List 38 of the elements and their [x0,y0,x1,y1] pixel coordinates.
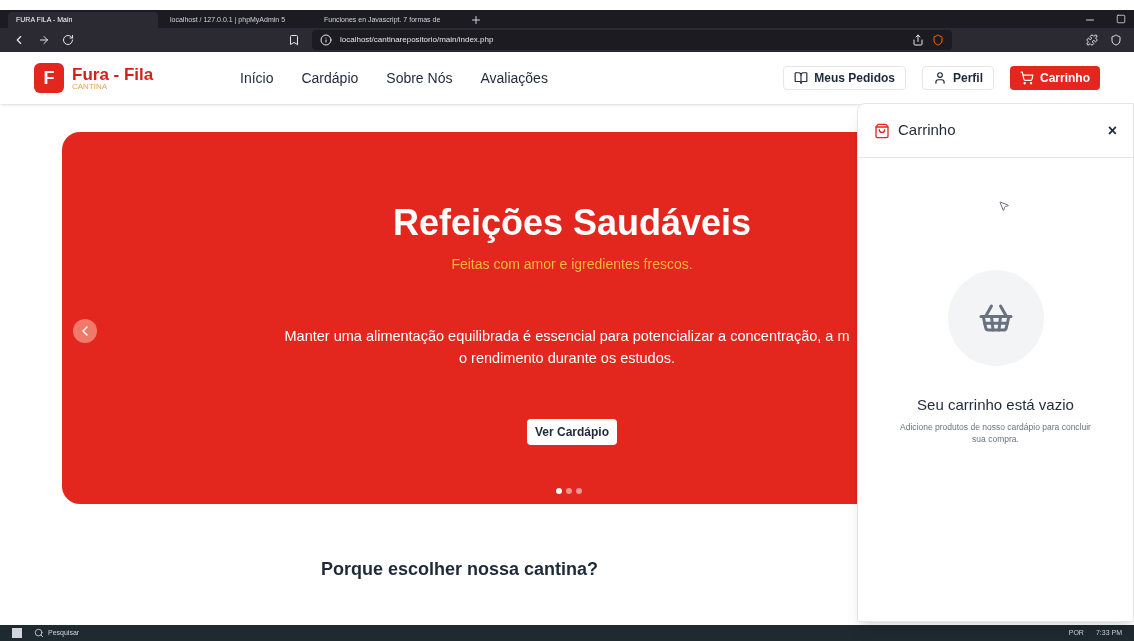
share-icon[interactable] [912,34,924,46]
shield-icon[interactable] [932,34,944,46]
cart-button[interactable]: Carrinho [1010,66,1100,90]
brand-name: Fura - Fila [72,65,154,83]
restore-icon[interactable] [1116,14,1126,24]
orders-button[interactable]: Meus Pedidos [783,66,906,90]
extensions-icon[interactable] [1086,34,1098,46]
shopping-bag-icon [874,122,890,139]
search-icon [34,628,44,638]
cart-title: Carrinho [898,120,956,141]
profile-button[interactable]: Perfil [921,66,994,90]
hero-title: Refeições Saudáveis [392,201,752,245]
address-bar[interactable]: localhost/cantinarepositorio/main/index.php [312,30,952,50]
brand-tagline: CANTINA [72,82,109,91]
previous-slide-button[interactable] [73,319,97,343]
new-tab-icon[interactable] [470,14,482,26]
start-icon[interactable] [12,628,22,638]
nav-link[interactable]: Sobre Nós [386,67,453,89]
hero-subtitle: Feitas com amor e igredientes frescos. [451,255,693,274]
reload-icon[interactable] [62,34,74,46]
close-button[interactable]: × [1107,118,1117,143]
hero-text: o rendimento durante os estudos. [458,349,676,368]
info-icon [320,34,332,46]
cart-icon [1020,71,1034,85]
nav-link[interactable]: Cardápio [301,67,359,89]
empty-cart-text: Adicione produtos de nosso cardápio para concluir sua compra. [899,420,1092,446]
empty-cart-title: Seu carrinho está vazio [917,395,1074,415]
hero-text: Manter uma alimentação equilibrada é essencial para potencializar a concentração, a m [283,327,851,346]
user-icon [932,71,947,85]
bookmark-icon[interactable] [288,34,300,46]
forward-icon[interactable] [38,34,50,46]
menu-button[interactable]: Ver Cardápio [527,419,617,445]
section-title: Porque escolher nossa cantina? [320,558,599,581]
book-icon [794,71,809,85]
cursor-icon [997,200,1010,212]
nav-link[interactable]: Avaliações [480,67,548,89]
logo-icon[interactable]: F [34,63,64,93]
nav-link[interactable]: Início [240,67,274,89]
